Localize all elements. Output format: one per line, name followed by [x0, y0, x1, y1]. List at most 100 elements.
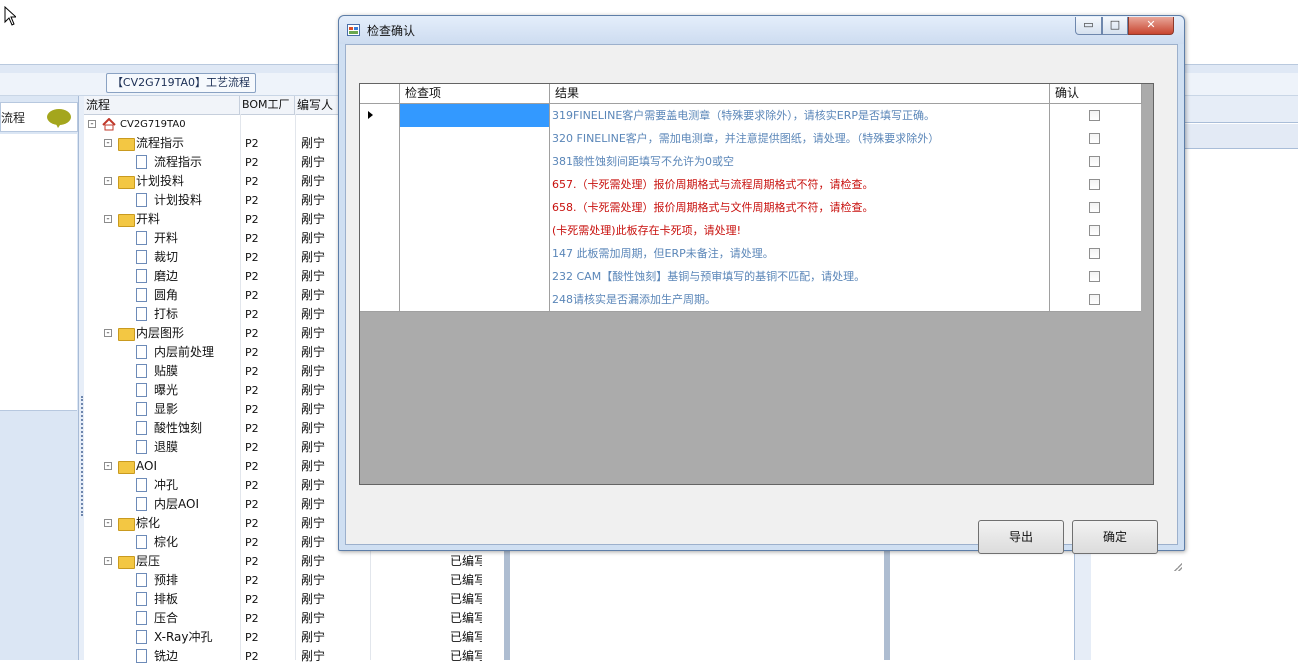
author-cell: 剐宁: [301, 174, 326, 188]
nav-item-process[interactable]: 流程: [0, 102, 78, 132]
row-header[interactable]: [360, 150, 400, 173]
tree-row[interactable]: 铣边 P2 剐宁 已编写: [84, 647, 504, 666]
collapse-toggle-icon[interactable]: -: [104, 215, 112, 224]
result-cell[interactable]: 657.（卡死需处理）报价周期格式与流程周期格式不符，请检查。: [550, 173, 1050, 196]
result-cell[interactable]: 320 FINELINE客户，需加电测章，并注意提供图纸，请处理。（特殊要求除外…: [550, 127, 1050, 150]
confirm-checkbox[interactable]: [1089, 248, 1100, 259]
grid-row[interactable]: 319FINELINE客户需要盖电测章（特殊要求除外），请核实ERP是否填写正确…: [360, 104, 1141, 128]
confirm-cell[interactable]: [1050, 265, 1141, 288]
maximize-button[interactable]: □: [1102, 17, 1128, 35]
column-header-result[interactable]: 结果: [550, 84, 1050, 103]
tree-node-label: 棕化: [154, 535, 179, 549]
confirm-cell[interactable]: [1050, 173, 1141, 196]
confirm-checkbox[interactable]: [1089, 179, 1100, 190]
bom-factory-cell: P2: [245, 270, 259, 283]
export-button[interactable]: 导出: [978, 520, 1064, 554]
author-cell: 剐宁: [301, 250, 326, 264]
collapse-toggle-icon[interactable]: -: [104, 462, 112, 471]
collapse-toggle-icon[interactable]: -: [104, 519, 112, 528]
column-header-process[interactable]: 流程: [84, 96, 240, 114]
confirm-checkbox[interactable]: [1089, 202, 1100, 213]
confirm-checkbox[interactable]: [1089, 271, 1100, 282]
check-results-grid[interactable]: 检查项 结果 确认 319FINELINE客户需要盖电测章（特殊要求除外），请核…: [359, 83, 1154, 485]
minimize-button[interactable]: ▭: [1075, 17, 1102, 35]
grid-row[interactable]: (卡死需处理)此板存在卡死项，请处理!: [360, 219, 1141, 243]
confirm-checkbox[interactable]: [1089, 110, 1100, 121]
dialog-titlebar[interactable]: 检查确认 ▭ □ ✕: [339, 16, 1184, 44]
confirm-checkbox[interactable]: [1089, 294, 1100, 305]
tree-row[interactable]: 压合 P2 剐宁 已编写: [84, 609, 504, 628]
tree-node-label: 退膜: [154, 440, 179, 454]
status-cell: 已编写: [450, 573, 482, 587]
collapse-toggle-icon[interactable]: -: [88, 120, 96, 129]
grid-row[interactable]: 248请核实是否漏添加生产周期。: [360, 288, 1141, 312]
ok-button[interactable]: 确定: [1072, 520, 1158, 554]
result-cell[interactable]: (卡死需处理)此板存在卡死项，请处理!: [550, 219, 1050, 242]
process-tab-title[interactable]: 【CV2G719TA0】工艺流程: [106, 73, 256, 93]
tree-row[interactable]: X-Ray冲孔 P2 剐宁 已编写: [84, 628, 504, 647]
result-cell[interactable]: 232 CAM【酸性蚀刻】基铜与预审填写的基铜不匹配，请处理。: [550, 265, 1050, 288]
row-header-corner[interactable]: [360, 84, 400, 103]
author-cell: 剐宁: [301, 136, 326, 150]
grid-row[interactable]: 232 CAM【酸性蚀刻】基铜与预审填写的基铜不匹配，请处理。: [360, 265, 1141, 289]
author-cell: 剐宁: [301, 535, 326, 549]
check-item-cell[interactable]: [400, 219, 550, 242]
confirm-checkbox[interactable]: [1089, 156, 1100, 167]
bom-factory-cell: P2: [245, 403, 259, 416]
confirm-cell[interactable]: [1050, 150, 1141, 173]
bom-factory-cell: P2: [245, 650, 259, 663]
grid-row[interactable]: 658.（卡死需处理）报价周期格式与文件周期格式不符，请检查。: [360, 196, 1141, 220]
collapse-toggle-icon[interactable]: -: [104, 329, 112, 338]
result-cell[interactable]: 658.（卡死需处理）报价周期格式与文件周期格式不符，请检查。: [550, 196, 1050, 219]
confirm-cell[interactable]: [1050, 288, 1141, 311]
speech-bubble-icon: [47, 109, 71, 128]
row-header[interactable]: [360, 173, 400, 196]
result-cell[interactable]: 248请核实是否漏添加生产周期。: [550, 288, 1050, 311]
row-header[interactable]: [360, 104, 400, 127]
collapse-toggle-icon[interactable]: -: [104, 177, 112, 186]
confirm-checkbox[interactable]: [1089, 133, 1100, 144]
check-item-cell[interactable]: [400, 265, 550, 288]
check-item-cell[interactable]: [400, 104, 550, 127]
tree-row[interactable]: - 层压 P2 剐宁 已编写: [84, 552, 504, 571]
row-header[interactable]: [360, 196, 400, 219]
tree-row[interactable]: 预排 P2 剐宁 已编写: [84, 571, 504, 590]
grid-row[interactable]: 657.（卡死需处理）报价周期格式与流程周期格式不符，请检查。: [360, 173, 1141, 197]
result-cell[interactable]: 147 此板需加周期，但ERP未备注，请处理。: [550, 242, 1050, 265]
resize-grip-icon[interactable]: [1172, 561, 1182, 571]
result-cell[interactable]: 319FINELINE客户需要盖电测章（特殊要求除外），请核实ERP是否填写正确…: [550, 104, 1050, 127]
document-icon: [136, 402, 147, 416]
check-item-cell[interactable]: [400, 173, 550, 196]
author-cell: 剐宁: [301, 478, 326, 492]
column-header-confirm[interactable]: 确认: [1050, 84, 1142, 103]
check-item-cell[interactable]: [400, 150, 550, 173]
confirm-cell[interactable]: [1050, 104, 1141, 127]
collapse-toggle-icon[interactable]: -: [104, 557, 112, 566]
column-header-bom-factory[interactable]: BOM工厂: [240, 96, 295, 114]
status-cell: 已编写: [450, 592, 482, 606]
grid-row[interactable]: 381酸性蚀刻间距填写不允许为0或空: [360, 150, 1141, 174]
author-cell: 剐宁: [301, 345, 326, 359]
confirm-cell[interactable]: [1050, 242, 1141, 265]
row-header[interactable]: [360, 265, 400, 288]
tree-node-label: 压合: [154, 611, 179, 625]
row-header[interactable]: [360, 219, 400, 242]
confirm-cell[interactable]: [1050, 219, 1141, 242]
check-item-cell[interactable]: [400, 196, 550, 219]
row-header[interactable]: [360, 288, 400, 311]
grid-row[interactable]: 320 FINELINE客户，需加电测章，并注意提供图纸，请处理。（特殊要求除外…: [360, 127, 1141, 151]
result-cell[interactable]: 381酸性蚀刻间距填写不允许为0或空: [550, 150, 1050, 173]
close-button[interactable]: ✕: [1128, 17, 1174, 35]
tree-row[interactable]: 排板 P2 剐宁 已编写: [84, 590, 504, 609]
check-item-cell[interactable]: [400, 127, 550, 150]
check-item-cell[interactable]: [400, 242, 550, 265]
confirm-cell[interactable]: [1050, 196, 1141, 219]
row-header[interactable]: [360, 127, 400, 150]
confirm-cell[interactable]: [1050, 127, 1141, 150]
collapse-toggle-icon[interactable]: -: [104, 139, 112, 148]
confirm-checkbox[interactable]: [1089, 225, 1100, 236]
grid-row[interactable]: 147 此板需加周期，但ERP未备注，请处理。: [360, 242, 1141, 266]
row-header[interactable]: [360, 242, 400, 265]
check-item-cell[interactable]: [400, 288, 550, 311]
column-header-check-item[interactable]: 检查项: [400, 84, 550, 103]
